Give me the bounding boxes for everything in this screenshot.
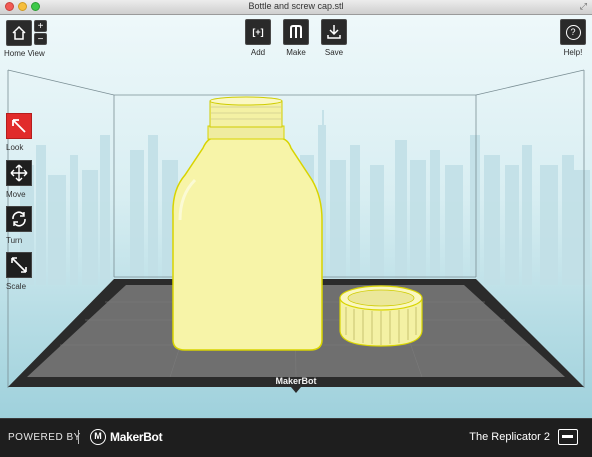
home-view-label: Home View — [4, 49, 45, 58]
look-tool-label: Look — [6, 143, 24, 152]
home-view-button[interactable] — [6, 20, 32, 46]
move-tool-button[interactable] — [6, 160, 32, 186]
printer-icon[interactable] — [558, 429, 578, 445]
footer-bar: POWERED BY M MakerBot The Replicator 2 — [0, 418, 592, 457]
plate-brand-text: MakerBot — [275, 376, 316, 386]
printer-name[interactable]: The Replicator 2 — [469, 431, 550, 443]
save-button[interactable] — [321, 19, 347, 45]
help-label: Help! — [563, 48, 583, 57]
scale-tool-label: Scale — [6, 282, 27, 291]
turn-tool-button[interactable] — [6, 206, 32, 232]
save-label: Save — [324, 48, 344, 57]
makerbot-brand-text: MakerBot — [110, 430, 163, 444]
3d-viewport[interactable]: MakerBot + − Home View [+] Add Make Save… — [0, 15, 592, 418]
zoom-in-button[interactable]: + — [34, 20, 47, 32]
add-icon: [+] — [252, 27, 264, 37]
download-icon — [327, 25, 341, 39]
look-tool-button[interactable] — [6, 113, 32, 139]
rotate-icon — [12, 211, 26, 227]
window-title: Bottle and screw cap.stl — [248, 1, 344, 11]
help-icon: ? — [565, 24, 581, 40]
help-button[interactable]: ? — [560, 19, 586, 45]
look-arrow-icon — [12, 119, 26, 133]
zoom-out-button[interactable]: − — [34, 33, 47, 45]
scale-tool-button[interactable] — [6, 252, 32, 278]
help-question-mark: ? — [570, 26, 576, 37]
plus-icon: + — [37, 20, 44, 32]
bottle-model — [172, 96, 323, 351]
app-window: Bottle and screw cap.stl ⤢ MakerBot + − … — [0, 0, 592, 457]
home-icon — [12, 25, 26, 40]
title-bar: Bottle and screw cap.stl ⤢ — [0, 0, 592, 15]
scale-arrow-icon — [11, 257, 27, 273]
makerbot-m-icon — [290, 25, 302, 38]
add-label: Add — [250, 48, 266, 57]
footer-divider — [78, 430, 79, 444]
fullscreen-icon[interactable]: ⤢ — [580, 1, 587, 12]
make-button[interactable] — [283, 19, 309, 45]
add-button[interactable]: [+] — [245, 19, 271, 45]
powered-by-text: POWERED BY — [8, 432, 81, 443]
move-arrows-icon — [10, 164, 28, 182]
make-label: Make — [286, 48, 306, 57]
makerbot-logo-icon: M — [90, 429, 106, 445]
scene-canvas: MakerBot — [7, 69, 590, 393]
turn-tool-label: Turn — [6, 236, 23, 245]
move-tool-label: Move — [6, 190, 26, 199]
minus-icon: − — [37, 33, 44, 45]
screw-cap-model — [339, 285, 423, 347]
